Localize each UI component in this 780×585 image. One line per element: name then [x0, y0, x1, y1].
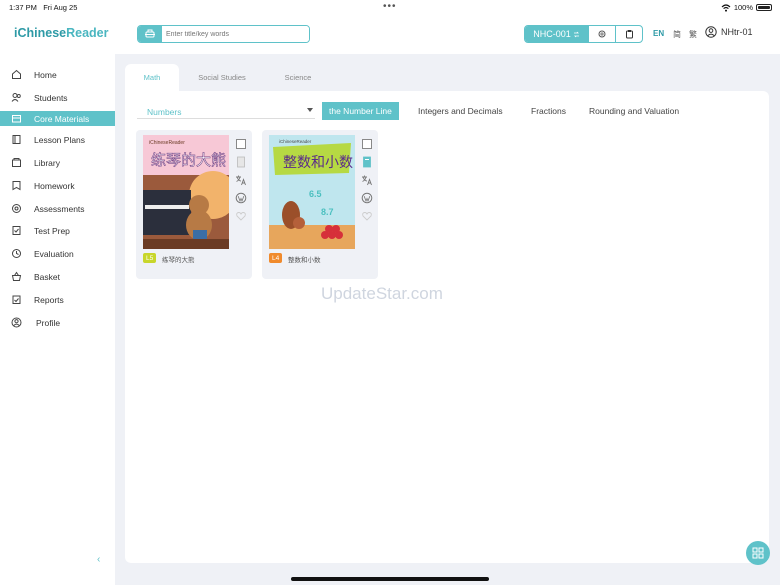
- library-icon: [12, 158, 21, 167]
- svg-text:iChineseReader: iChineseReader: [149, 140, 185, 146]
- sidebar-item-home[interactable]: Home: [0, 67, 115, 82]
- lesson-plans-icon: [12, 135, 21, 144]
- svg-text:8.7: 8.7: [321, 207, 334, 217]
- basket-icon: [11, 271, 22, 281]
- sidebar-item-assessments[interactable]: Assessments: [0, 201, 115, 216]
- book-cover[interactable]: iChineseReader 练琴的大熊: [143, 135, 229, 249]
- book-cover[interactable]: iChineseReader 整数和小数 6.5 8.7: [269, 135, 355, 249]
- assignment-button[interactable]: [615, 26, 642, 42]
- sidebar-item-reports[interactable]: Reports: [0, 292, 115, 307]
- topic-fractions[interactable]: Fractions: [531, 102, 566, 120]
- card-actions: [361, 137, 373, 227]
- sidebar-item-profile[interactable]: Profile: [0, 315, 115, 330]
- reports-icon: [12, 295, 21, 304]
- svg-text:6.5: 6.5: [309, 189, 322, 199]
- home-indicator[interactable]: [291, 577, 489, 581]
- home-icon: [12, 69, 21, 79]
- search-bar: [137, 25, 310, 43]
- bear-piano-illustration: iChineseReader 练琴的大熊: [143, 135, 229, 249]
- book-title[interactable]: 练琴的大熊: [162, 254, 195, 264]
- app-logo[interactable]: iChineseReader: [14, 26, 109, 40]
- svg-text:iChineseReader: iChineseReader: [279, 139, 312, 144]
- user-icon: [705, 26, 717, 38]
- sidebar-item-library[interactable]: Library: [0, 155, 115, 170]
- status-bar: 1:37 PM Fri Aug 25 ••• 100%: [0, 0, 780, 14]
- card-actions: [235, 137, 247, 227]
- class-selector-button[interactable]: NHC-001: [525, 26, 588, 42]
- sidebar-item-students[interactable]: Students: [0, 90, 115, 105]
- status-time: 1:37 PM Fri Aug 25: [9, 3, 78, 12]
- translate-icon[interactable]: [235, 173, 247, 186]
- sidebar-item-evaluation[interactable]: Evaluation: [0, 246, 115, 261]
- worksheet-icon[interactable]: [235, 155, 247, 168]
- chevron-down-icon: [307, 108, 313, 112]
- select-checkbox[interactable]: [361, 137, 373, 149]
- topic-integers-decimals[interactable]: Integers and Decimals: [418, 102, 503, 120]
- battery-icon: [756, 4, 772, 11]
- class-toolbar: NHC-001: [524, 25, 643, 43]
- topic-number-line[interactable]: the Number Line: [322, 102, 399, 120]
- scan-icon: [145, 29, 155, 38]
- main-content: Math Social Studies Science Numbers the …: [115, 54, 780, 585]
- collapse-sidebar-button[interactable]: ‹: [97, 554, 100, 565]
- svg-text:整数和小数: 整数和小数: [283, 155, 353, 171]
- book-card: iChineseReader 练琴的大熊 L5 练琴的大熊: [136, 130, 252, 279]
- watermark: UpdateStar.com: [321, 284, 443, 303]
- materials-panel: Numbers the Number Line Integers and Dec…: [125, 91, 769, 563]
- sidebar-item-core-materials[interactable]: Core Materials: [0, 111, 115, 126]
- profile-icon: [11, 317, 22, 328]
- app-header: iChineseReader NHC-001 EN 简 繁 NHtr-01: [0, 14, 780, 54]
- tab-social-studies[interactable]: Social Studies: [187, 64, 257, 91]
- scan-button[interactable]: [138, 26, 162, 42]
- wifi-icon: [721, 3, 731, 12]
- book-title[interactable]: 整数和小数: [288, 254, 321, 264]
- assessments-icon: [12, 204, 21, 213]
- lang-en[interactable]: EN: [653, 29, 664, 38]
- tab-math[interactable]: Math: [125, 64, 179, 91]
- search-input[interactable]: [162, 26, 309, 42]
- swap-icon: [573, 31, 579, 37]
- test-prep-icon: [12, 226, 21, 235]
- sidebar-item-test-prep[interactable]: Test Prep: [0, 223, 115, 238]
- level-badge: L4: [269, 253, 283, 263]
- sidebar-item-homework[interactable]: Homework: [0, 178, 115, 193]
- level-badge: L5: [143, 253, 157, 263]
- status-right: 100%: [721, 3, 772, 12]
- user-menu[interactable]: NHtr-01: [705, 26, 753, 38]
- lang-simplified[interactable]: 简: [673, 29, 681, 40]
- svg-text:练琴的大熊: 练琴的大熊: [151, 151, 226, 169]
- select-checkbox[interactable]: [235, 137, 247, 149]
- wordpress-icon[interactable]: [361, 191, 373, 204]
- user-name: NHtr-01: [721, 27, 753, 37]
- topic-rounding-valuation[interactable]: Rounding and Valuation: [589, 102, 679, 120]
- sidebar: Home Students Core Materials Lesson Plan…: [0, 54, 115, 585]
- category-dropdown-value: Numbers: [147, 107, 182, 117]
- evaluation-icon: [12, 249, 21, 258]
- sidebar-item-lesson-plans[interactable]: Lesson Plans: [0, 132, 115, 147]
- clipboard-icon: [625, 30, 633, 39]
- sidebar-item-basket[interactable]: Basket: [0, 269, 115, 284]
- translate-icon[interactable]: [361, 173, 373, 186]
- core-materials-icon: [12, 115, 21, 123]
- grid-icon: [752, 547, 764, 559]
- favorite-heart-icon[interactable]: [361, 209, 373, 221]
- apps-grid-button[interactable]: [746, 541, 770, 565]
- wordpress-icon[interactable]: [235, 191, 247, 204]
- squirrel-numbers-illustration: iChineseReader 整数和小数 6.5 8.7: [269, 135, 355, 249]
- category-dropdown[interactable]: Numbers: [137, 105, 315, 119]
- battery-percent: 100%: [733, 3, 753, 12]
- multitasking-dots[interactable]: •••: [383, 1, 397, 12]
- students-icon: [11, 93, 21, 102]
- book-card: iChineseReader 整数和小数 6.5 8.7 L4 整数和小数: [262, 130, 378, 279]
- lang-traditional[interactable]: 繁: [689, 29, 697, 40]
- favorite-heart-icon[interactable]: [235, 209, 247, 221]
- worksheet-icon[interactable]: [361, 155, 373, 168]
- gear-icon: [598, 30, 606, 38]
- settings-button[interactable]: [588, 26, 615, 42]
- homework-icon: [12, 181, 21, 191]
- tab-science[interactable]: Science: [275, 64, 321, 91]
